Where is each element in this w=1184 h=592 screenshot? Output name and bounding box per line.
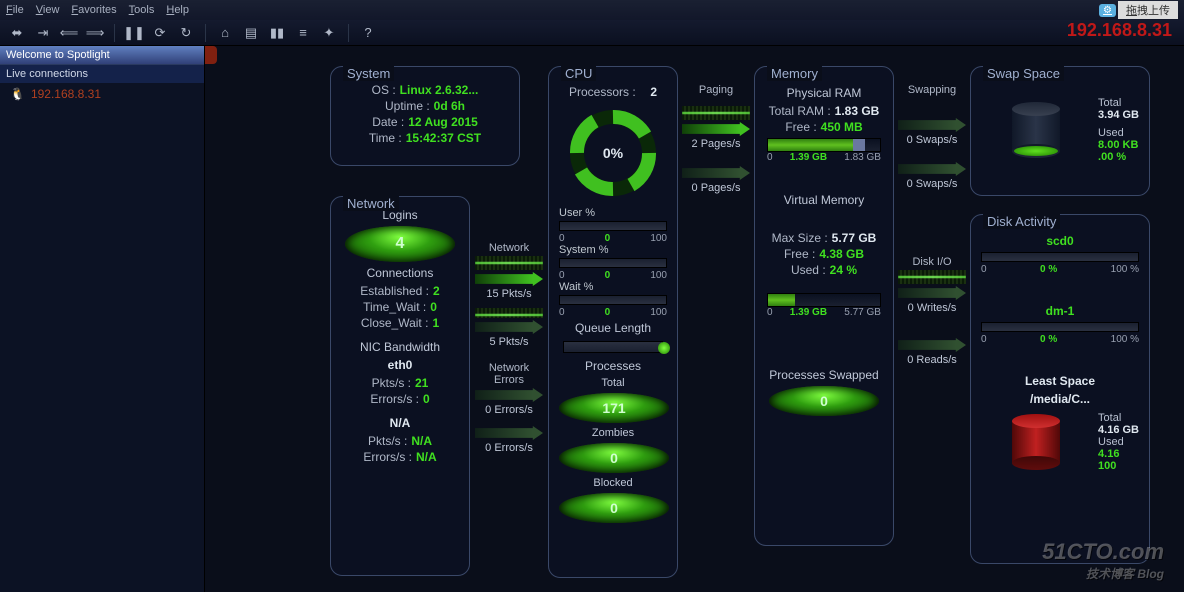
- db-icon[interactable]: ≡: [294, 24, 312, 42]
- nic0-name: eth0: [341, 358, 459, 372]
- pause-icon[interactable]: ❚❚: [125, 24, 143, 42]
- left-panel: Welcome to Spotlight Live connections 🐧 …: [0, 46, 205, 592]
- connection-item[interactable]: 🐧 192.168.8.31: [0, 83, 204, 105]
- arrow-icon: [475, 272, 543, 286]
- disk-panel: Disk Activity scd0 00 %100 % dm-1 00 %10…: [970, 214, 1150, 564]
- back-icon[interactable]: ⟸: [60, 24, 78, 42]
- menu-file[interactable]: File: [6, 4, 24, 16]
- nic-heading: NIC Bandwidth: [341, 340, 459, 354]
- penguin-icon: 🐧: [10, 87, 25, 101]
- panel-title: Swap Space: [983, 66, 1064, 81]
- panel-title: Disk Activity: [983, 214, 1060, 229]
- gear-icon[interactable]: ✦: [320, 24, 338, 42]
- share-icon: ⚙: [1099, 4, 1116, 17]
- refresh-all-icon[interactable]: ↻: [177, 24, 195, 42]
- arrow-icon: [475, 426, 543, 440]
- cpu-donut: 0%: [563, 103, 663, 203]
- arrow-icon: [682, 166, 750, 180]
- processes-swapped: 0: [769, 386, 879, 416]
- sparkline: [475, 256, 543, 270]
- collapse-handle[interactable]: [205, 46, 217, 64]
- cylinder-red-icon: [1012, 414, 1060, 470]
- arrow-icon: [475, 320, 543, 334]
- network-flow: Network 15 Pkts/s 5 Pkts/s Network Error…: [475, 242, 543, 454]
- forward-icon[interactable]: ⟹: [86, 24, 104, 42]
- menu-tools[interactable]: Tools: [129, 4, 155, 16]
- logins-value: 4: [345, 226, 455, 262]
- chart-icon[interactable]: ▮▮: [268, 24, 286, 42]
- arrow-icon: [682, 122, 750, 136]
- menu-help[interactable]: Help: [166, 4, 189, 16]
- cpu-panel: CPU Processors : 2 0% User % 00100 Syste…: [548, 66, 678, 578]
- disconnect-icon[interactable]: ⇥: [34, 24, 52, 42]
- processes-total: 171: [559, 393, 669, 423]
- network-panel: Network Logins 4 Connections Established…: [330, 196, 470, 576]
- sparkline: [682, 106, 750, 120]
- processes-zombies: 0: [559, 443, 669, 473]
- left-section[interactable]: Live connections: [0, 64, 204, 83]
- arrow-icon: [898, 162, 966, 176]
- panel-title: CPU: [561, 66, 596, 81]
- arrow-icon: [898, 118, 966, 132]
- help-icon[interactable]: ?: [359, 24, 377, 42]
- connection-ip: 192.168.8.31: [31, 87, 101, 101]
- arrow-icon: [475, 388, 543, 402]
- toolbar: ⬌ ⇥ ⟸ ⟹ ❚❚ ⟳ ↻ ⌂ ▤ ▮▮ ≡ ✦ ?: [0, 20, 1184, 46]
- menu-favorites[interactable]: Favorites: [71, 4, 116, 16]
- host-ip: 192.168.8.31: [1067, 20, 1172, 41]
- paging-flow: Paging 2 Pages/s 0 Pages/s: [682, 84, 750, 194]
- queue-bar: [563, 341, 663, 353]
- panel-title: System: [343, 66, 394, 81]
- swap-panel: Swap Space Total 3.94 GB Used 8.00 KB .0…: [970, 66, 1150, 196]
- diskio-flow: Disk I/O 0 Writes/s 0 Reads/s: [898, 256, 966, 366]
- memory-panel: Memory Physical RAM Total RAM :1.83 GB F…: [754, 66, 894, 546]
- connections-heading: Connections: [341, 266, 459, 280]
- upload-label: 拖拽上传: [1118, 1, 1178, 19]
- swapping-flow: Swapping 0 Swaps/s 0 Swaps/s: [898, 84, 966, 190]
- arrow-icon: [898, 286, 966, 300]
- arrow-icon: [898, 338, 966, 352]
- nic1-name: N/A: [341, 416, 459, 430]
- sparkline: [475, 308, 543, 318]
- sparkline: [898, 270, 966, 284]
- panel-title: Memory: [767, 66, 822, 81]
- cylinder-icon: [1012, 102, 1060, 158]
- connect-icon[interactable]: ⬌: [8, 24, 26, 42]
- dashboard: System OS :Linux 2.6.32... Uptime :0d 6h…: [220, 46, 1180, 588]
- list-icon[interactable]: ▤: [242, 24, 260, 42]
- home-icon[interactable]: ⌂: [216, 24, 234, 42]
- processes-blocked: 0: [559, 493, 669, 523]
- upload-button[interactable]: ⚙ 拖拽上传: [1099, 1, 1178, 19]
- refresh-icon[interactable]: ⟳: [151, 24, 169, 42]
- left-title: Welcome to Spotlight: [0, 46, 204, 64]
- panel-title: Network: [343, 196, 399, 211]
- system-panel: System OS :Linux 2.6.32... Uptime :0d 6h…: [330, 66, 520, 166]
- menubar: File View Favorites Tools Help ⚙ 拖拽上传: [0, 0, 1184, 20]
- menu-view[interactable]: View: [36, 4, 60, 16]
